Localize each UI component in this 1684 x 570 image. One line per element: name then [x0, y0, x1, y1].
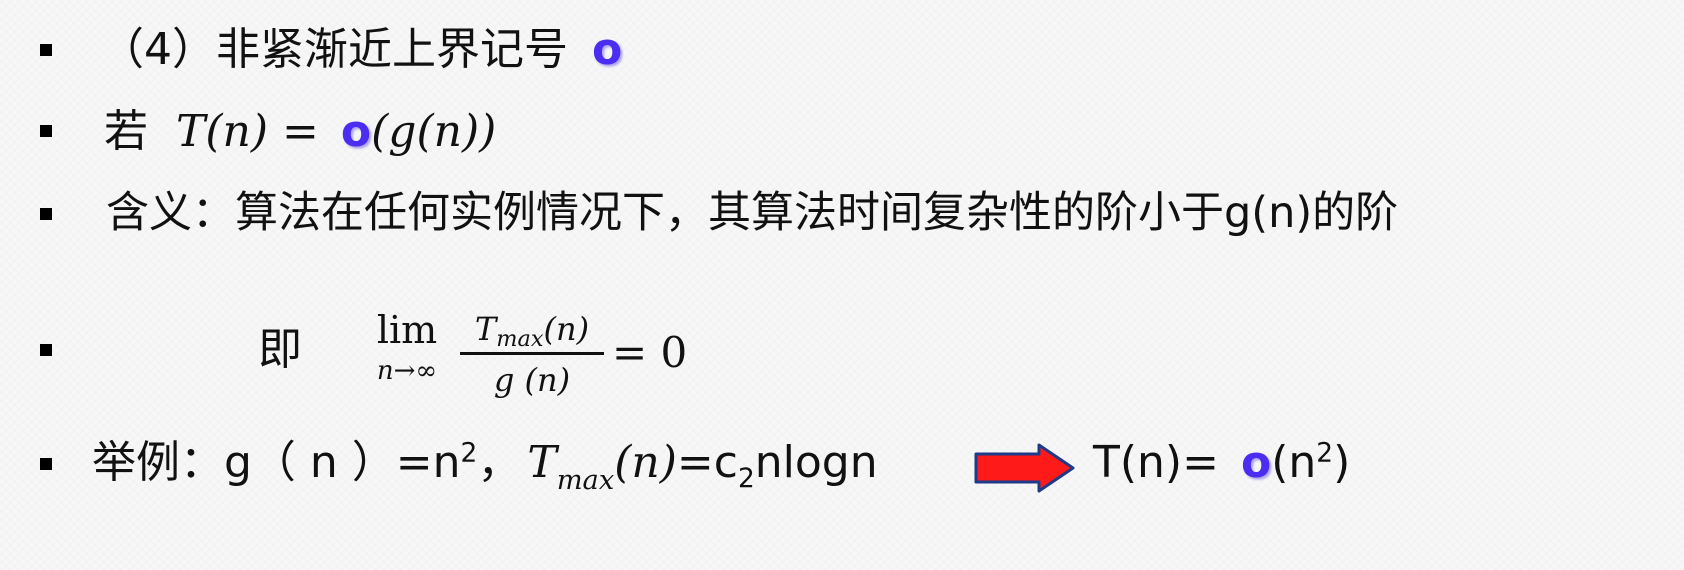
namely-word: 即	[258, 324, 302, 375]
numerator-T: T	[474, 310, 497, 348]
numerator-arg: (n)	[543, 310, 590, 348]
line-1: （4）非紧渐近上界记号 o	[100, 28, 622, 72]
c-part: =c	[676, 437, 738, 488]
heading-text: （4）非紧渐近上界记号	[100, 24, 568, 75]
tmax-sub: max	[556, 465, 615, 496]
g-definition: g（ n ）=n	[224, 437, 461, 488]
example-label: 举例：	[92, 437, 224, 488]
fraction-denominator: g (n)	[493, 361, 571, 399]
right-arrow-icon	[974, 443, 1075, 493]
result-exponent: 2	[1316, 437, 1334, 469]
line-4-label: 即	[258, 328, 302, 372]
result-left: T(n)=	[1093, 437, 1219, 488]
if-word: 若	[104, 106, 148, 157]
lim-subscript: n→∞	[376, 356, 438, 386]
bullet-5	[40, 458, 52, 470]
formula-right: (g(n))	[371, 106, 497, 157]
result-open: (n	[1271, 437, 1317, 488]
lim-word: lim	[376, 308, 438, 352]
line-5-result: T(n)= o(n2)	[1093, 440, 1350, 485]
result-close: )	[1333, 437, 1351, 488]
bullet-3	[40, 208, 52, 220]
numerator-sub: max	[496, 326, 544, 352]
little-o-symbol: o	[592, 24, 623, 75]
bullet-2	[40, 125, 52, 137]
tmax-arg: (n)	[614, 437, 677, 488]
c-subscript: 2	[737, 462, 755, 494]
fraction-numerator: Tmax(n)	[460, 310, 604, 355]
bullet-4	[40, 344, 52, 356]
fraction: Tmax(n) g (n)	[460, 310, 604, 399]
line-3: 含义：算法在任何实例情况下，其算法时间复杂性的阶小于g(n)的阶	[106, 192, 1398, 235]
meaning-text: 含义：算法在任何实例情况下，其算法时间复杂性的阶小于g(n)的阶	[106, 188, 1399, 238]
limit-operator: lim n→∞	[362, 308, 452, 386]
line-5: 举例：g（ n ）=n2， Tmax(n)=c2nlogn	[92, 440, 878, 494]
g-exponent: 2	[460, 437, 478, 469]
little-o-symbol: o	[1240, 437, 1272, 488]
tmax-T: T	[527, 437, 557, 488]
line-2: 若 T(n) = o(g(n))	[104, 110, 496, 154]
equals-zero: = 0	[612, 332, 687, 374]
equals-zero-text: = 0	[612, 328, 688, 377]
bullet-1	[40, 44, 52, 56]
comma: ，	[477, 437, 522, 488]
little-o-symbol: o	[340, 106, 372, 157]
formula-left: T(n) =	[176, 106, 319, 157]
nlogn: nlogn	[754, 437, 878, 488]
